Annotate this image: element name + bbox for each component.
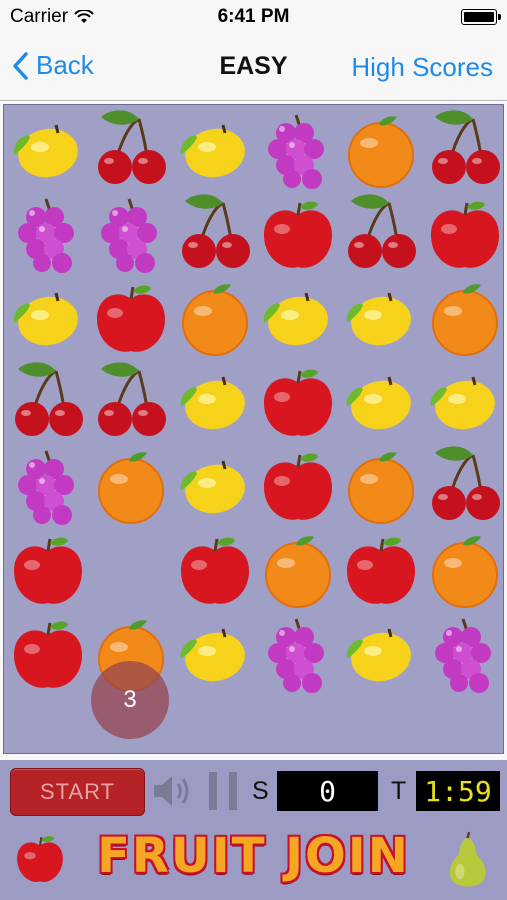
grape-icon <box>434 618 491 693</box>
orange-icon <box>348 116 415 188</box>
apple-icon <box>263 453 332 520</box>
grape-icon <box>267 114 324 189</box>
fruit-orange[interactable] <box>423 527 507 611</box>
fruit-orange[interactable] <box>173 275 257 359</box>
orange-icon <box>431 536 498 608</box>
game-board: 3 <box>3 104 504 754</box>
fruit-apple[interactable] <box>256 443 340 527</box>
fruit-grape[interactable] <box>89 191 173 275</box>
lemon-icon <box>180 628 245 682</box>
selection-counter: 3 <box>91 661 169 739</box>
cherry-icon <box>431 110 500 184</box>
grape-icon <box>18 198 74 273</box>
grape-icon <box>101 198 158 273</box>
cherry-icon <box>181 194 250 268</box>
lemon-icon <box>180 460 245 514</box>
lemon-icon <box>346 376 412 430</box>
orange-icon <box>98 452 165 524</box>
speaker-icon[interactable] <box>152 773 196 809</box>
apple-icon <box>263 201 332 268</box>
fruit-grape[interactable] <box>256 107 340 191</box>
pause-button[interactable] <box>209 772 239 810</box>
timer-display: 1:59 <box>416 771 500 811</box>
title-banner: FRUIT JOIN <box>0 822 507 900</box>
lemon-icon <box>346 292 412 346</box>
fruit-lemon[interactable] <box>339 611 423 695</box>
pause-icon <box>209 772 217 810</box>
fruit-cherry[interactable] <box>173 191 257 275</box>
fruit-grape[interactable] <box>423 611 507 695</box>
fruit-apple[interactable] <box>423 191 507 275</box>
fruit-cherry[interactable] <box>339 191 423 275</box>
game-title: FRUIT JOIN <box>97 828 410 884</box>
start-button[interactable]: START <box>10 768 145 816</box>
fruit-apple[interactable] <box>339 527 423 611</box>
fruit-orange[interactable] <box>256 527 340 611</box>
fruit-lemon[interactable] <box>256 275 340 359</box>
control-bar: START S 0 T 1:59 <box>0 760 507 822</box>
battery-icon <box>461 9 501 25</box>
navigation-bar: Back EASY High Scores <box>0 32 507 101</box>
fruit-orange[interactable] <box>339 107 423 191</box>
cherry-icon <box>15 362 83 436</box>
cherry-icon <box>98 110 167 184</box>
fruit-grape[interactable] <box>6 191 90 275</box>
fruit-lemon[interactable] <box>173 359 257 443</box>
cherry-icon <box>98 362 167 436</box>
fruit-grape[interactable] <box>256 611 340 695</box>
time-label: T <box>391 777 407 805</box>
grape-icon <box>267 618 324 693</box>
apple-icon <box>14 621 82 688</box>
orange-icon <box>431 284 498 356</box>
orange-icon <box>348 452 415 524</box>
apple-icon <box>14 537 82 604</box>
fruit-lemon[interactable] <box>423 359 507 443</box>
cherry-icon <box>348 194 417 268</box>
lemon-icon <box>346 628 412 682</box>
lemon-icon <box>180 124 245 178</box>
lemon-icon <box>430 376 495 430</box>
fruit-lemon[interactable] <box>6 107 90 191</box>
cherry-icon <box>431 446 500 520</box>
apple-icon <box>180 537 249 604</box>
fruit-lemon[interactable] <box>339 359 423 443</box>
grape-icon <box>18 450 74 525</box>
apple-icon <box>347 537 416 604</box>
pear-logo-icon <box>449 831 486 887</box>
fruit-apple[interactable] <box>173 527 257 611</box>
fruit-cherry[interactable] <box>6 359 90 443</box>
fruit-lemon[interactable] <box>173 443 257 527</box>
fruit-apple[interactable] <box>89 275 173 359</box>
score-label: S <box>252 777 269 805</box>
fruit-cherry[interactable] <box>423 107 507 191</box>
lemon-icon <box>180 376 245 430</box>
fruit-lemon[interactable] <box>6 275 90 359</box>
orange-icon <box>181 284 248 356</box>
apple-icon <box>430 201 499 268</box>
apple-icon <box>97 285 166 352</box>
fruit-cherry[interactable] <box>89 107 173 191</box>
fruit-grape[interactable] <box>6 443 90 527</box>
fruit-cherry[interactable] <box>423 443 507 527</box>
fruit-lemon[interactable] <box>339 275 423 359</box>
fruit-apple[interactable] <box>256 359 340 443</box>
lemon-icon <box>263 292 328 346</box>
fruit-orange[interactable] <box>89 443 173 527</box>
fruit-lemon[interactable] <box>173 611 257 695</box>
fruit-orange[interactable] <box>423 275 507 359</box>
status-bar: Carrier 6:41 PM <box>0 0 507 32</box>
lemon-icon <box>13 292 78 346</box>
orange-icon <box>264 536 331 608</box>
fruit-apple[interactable] <box>6 527 90 611</box>
fruit-lemon[interactable] <box>173 107 257 191</box>
fruit-orange[interactable] <box>339 443 423 527</box>
lemon-icon <box>13 124 78 178</box>
high-scores-button[interactable]: High Scores <box>351 52 493 83</box>
fruit-apple[interactable] <box>6 611 90 695</box>
fruit-apple[interactable] <box>256 191 340 275</box>
score-display: 0 <box>277 771 378 811</box>
clock: 6:41 PM <box>217 6 290 27</box>
apple-icon <box>263 369 332 436</box>
fruit-cherry[interactable] <box>89 359 173 443</box>
